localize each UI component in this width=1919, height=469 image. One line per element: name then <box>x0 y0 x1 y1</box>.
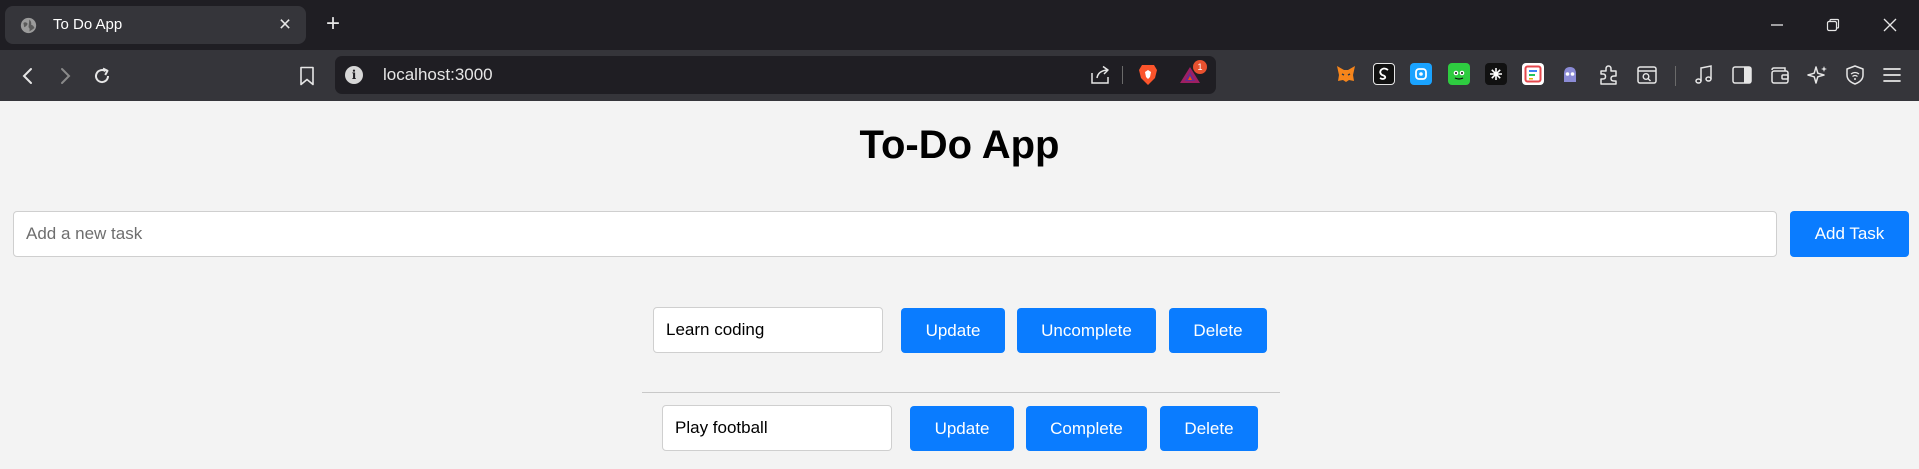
extension-7-icon[interactable] <box>1559 63 1581 85</box>
page-content: To-Do App Add Task Update Uncomplete Del… <box>0 101 1919 469</box>
extension-5-icon[interactable] <box>1485 63 1507 85</box>
new-task-input[interactable] <box>13 211 1777 257</box>
delete-button[interactable]: Delete <box>1169 308 1267 353</box>
vpn-shield-icon[interactable] <box>1843 63 1867 87</box>
tab-title: To Do App <box>53 16 123 33</box>
complete-button[interactable]: Complete <box>1026 406 1147 451</box>
update-button[interactable]: Update <box>910 406 1014 451</box>
address-url[interactable]: localhost:3000 <box>383 65 493 85</box>
add-task-button[interactable]: Add Task <box>1790 211 1909 257</box>
update-button[interactable]: Update <box>901 308 1005 353</box>
forward-icon[interactable] <box>51 62 79 90</box>
address-bar[interactable]: i localhost:3000 1 <box>335 56 1216 94</box>
extension-4-icon[interactable] <box>1448 63 1470 85</box>
new-tab-icon[interactable]: + <box>320 12 346 38</box>
extension-3-icon[interactable] <box>1410 63 1432 85</box>
delete-button[interactable]: Delete <box>1160 406 1258 451</box>
task-text-input[interactable] <box>653 307 883 353</box>
globe-icon <box>20 17 37 34</box>
reload-icon[interactable] <box>88 62 116 90</box>
task-text-input[interactable] <box>662 405 892 451</box>
browser-tab[interactable]: To Do App × <box>5 6 306 44</box>
leo-ai-icon[interactable] <box>1806 63 1830 87</box>
bookmark-icon[interactable] <box>293 62 321 90</box>
sidebar-toggle-icon[interactable] <box>1730 63 1754 87</box>
menu-icon[interactable] <box>1880 63 1904 87</box>
close-window-icon[interactable] <box>1875 10 1905 40</box>
media-music-icon[interactable] <box>1692 63 1716 87</box>
tab-search-icon[interactable] <box>1635 63 1659 87</box>
share-icon[interactable] <box>1090 65 1112 85</box>
minimize-icon[interactable] <box>1762 10 1792 40</box>
toolbar-divider <box>1675 66 1676 86</box>
back-icon[interactable] <box>14 62 42 90</box>
extension-2-icon[interactable] <box>1373 63 1395 85</box>
task-divider <box>642 392 1280 393</box>
restore-icon[interactable] <box>1818 10 1848 40</box>
brave-shields-icon[interactable] <box>1138 64 1158 86</box>
tab-close-icon[interactable]: × <box>274 14 296 36</box>
browser-tab-bar: To Do App × + <box>0 0 1919 50</box>
wallet-icon[interactable] <box>1768 63 1792 87</box>
address-bar-divider <box>1122 66 1123 84</box>
extension-6-icon[interactable] <box>1522 63 1544 85</box>
browser-toolbar: i localhost:3000 1 <box>0 50 1919 101</box>
extensions-puzzle-icon[interactable] <box>1597 63 1621 87</box>
rewards-badge: 1 <box>1193 60 1207 74</box>
uncomplete-button[interactable]: Uncomplete <box>1017 308 1156 353</box>
site-info-icon[interactable]: i <box>345 66 363 84</box>
page-title: To-Do App <box>859 123 1060 167</box>
metamask-extension-icon[interactable] <box>1335 63 1357 85</box>
